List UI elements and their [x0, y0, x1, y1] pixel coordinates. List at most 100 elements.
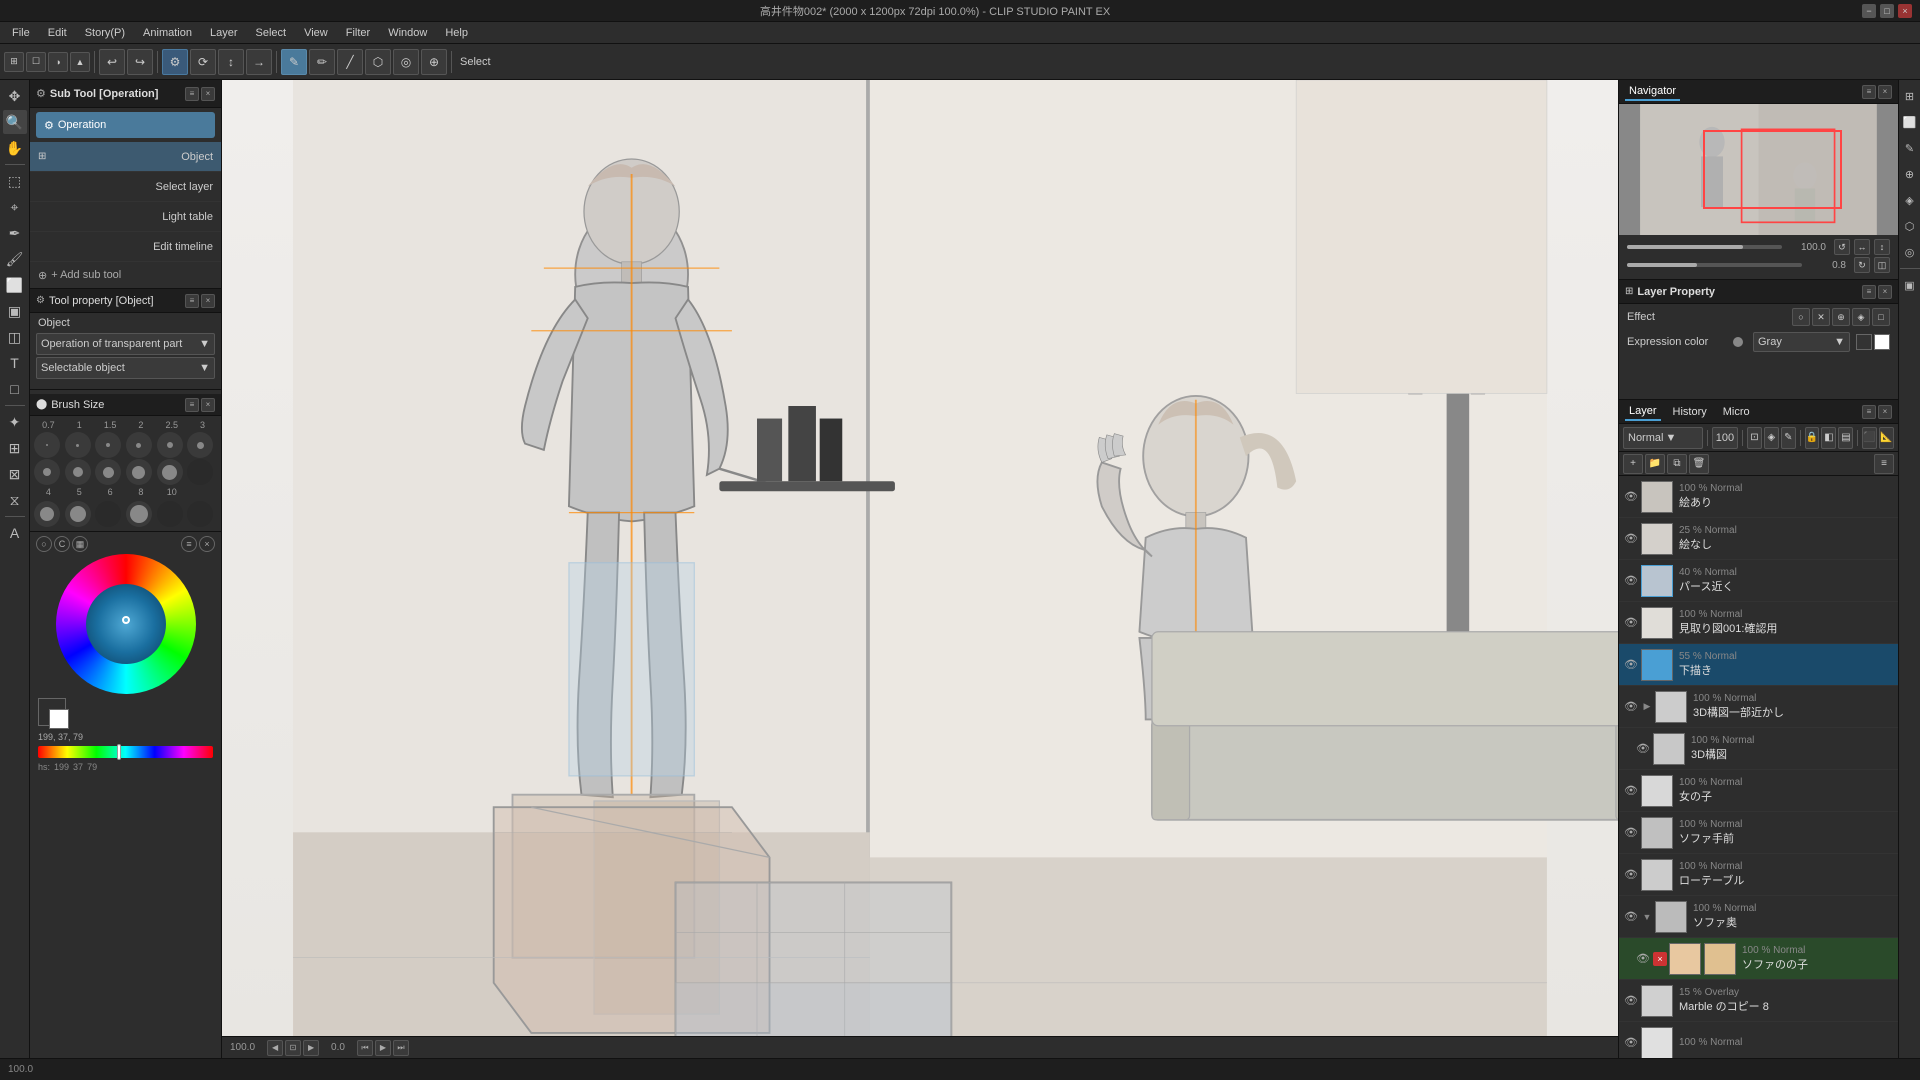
- bs-ctrl-1[interactable]: ≡: [185, 398, 199, 412]
- color-panel-close[interactable]: ×: [199, 536, 215, 552]
- layers-tab-micro[interactable]: Micro: [1719, 404, 1754, 420]
- toolbar-undo[interactable]: ↩: [99, 49, 125, 75]
- sub-tool-object[interactable]: ⊞ Object: [30, 142, 221, 172]
- eye-icon-3[interactable]: 👁: [1623, 573, 1639, 589]
- canvas-next[interactable]: ▶: [303, 1040, 319, 1056]
- color-ctrl-circle[interactable]: ○: [36, 536, 52, 552]
- color-ctrl-swatch[interactable]: ▦: [72, 536, 88, 552]
- effect-icon-1[interactable]: ○: [1792, 308, 1810, 326]
- brush-60[interactable]: [157, 501, 183, 527]
- toolbar-btn-11[interactable]: ⬡: [365, 49, 391, 75]
- layer-item-11[interactable]: 👁 ▼ 100 % Normal ソファ奥: [1619, 896, 1898, 938]
- selectable-dropdown[interactable]: Selectable object ▼: [36, 357, 215, 379]
- lp-ctrl-1[interactable]: ≡: [1862, 285, 1876, 299]
- layer-ctrl-protect[interactable]: 🔒: [1805, 427, 1820, 449]
- layer-item-8[interactable]: 👁 100 % Normal 女の子: [1619, 770, 1898, 812]
- slider-2[interactable]: [1627, 263, 1802, 267]
- layer-menu-btn[interactable]: ≡: [1874, 454, 1894, 474]
- layer-ctrl-ref[interactable]: ◈: [1764, 427, 1779, 449]
- eye-icon-8[interactable]: 👁: [1623, 783, 1639, 799]
- sub-tool-select-layer[interactable]: Select layer: [30, 172, 221, 202]
- layer-ctrl-clip[interactable]: ⊡: [1747, 427, 1762, 449]
- layer-close-12[interactable]: ×: [1653, 952, 1667, 966]
- nav-ctrl-2[interactable]: ×: [1878, 85, 1892, 99]
- eye-icon-13[interactable]: 👁: [1623, 993, 1639, 1009]
- tool-shape[interactable]: □: [3, 377, 27, 401]
- toolbar-btn-7[interactable]: ↕: [218, 49, 244, 75]
- menu-view[interactable]: View: [296, 25, 336, 41]
- layer-ctrl-protect-alpha[interactable]: ◧: [1821, 427, 1836, 449]
- toolbar-redo[interactable]: ↪: [127, 49, 153, 75]
- new-folder-btn[interactable]: 📁: [1645, 454, 1665, 474]
- layers-tab-history[interactable]: History: [1669, 404, 1711, 420]
- rt-btn-4[interactable]: ⊕: [1898, 162, 1920, 186]
- layers-ctrl-close[interactable]: ×: [1878, 405, 1892, 419]
- tool-zoom[interactable]: 🔍: [3, 110, 27, 134]
- canvas-area[interactable]: 100.0 ◀ ⊡ ▶ 0.0 ⏮ ▶ ⏭: [222, 80, 1618, 1058]
- tp-ctrl-2[interactable]: ×: [201, 294, 215, 308]
- brush-8[interactable]: [126, 459, 152, 485]
- tl-play[interactable]: ▶: [375, 1040, 391, 1056]
- brush-5[interactable]: [65, 459, 91, 485]
- layers-tab-layer[interactable]: Layer: [1625, 403, 1661, 421]
- slider-1[interactable]: [1627, 245, 1782, 249]
- nav-icon-1[interactable]: ↺: [1834, 239, 1850, 255]
- brush-1.5[interactable]: [95, 432, 121, 458]
- menu-help[interactable]: Help: [437, 25, 476, 41]
- layer-ctrl-ruler[interactable]: 📐: [1879, 427, 1894, 449]
- layer-item-6[interactable]: 👁 ▶ 100 % Normal 3D構図一部近かし: [1619, 686, 1898, 728]
- expand-icon-6[interactable]: ▶: [1641, 701, 1653, 713]
- eye-icon-12[interactable]: 👁: [1635, 951, 1651, 967]
- nav-icon-5[interactable]: ◫: [1874, 257, 1890, 273]
- sub-tool-ctrl-2[interactable]: ×: [201, 87, 215, 101]
- foreground-color-swatch[interactable]: [38, 698, 66, 726]
- brush-70[interactable]: [187, 501, 213, 527]
- tool-hand[interactable]: ✋: [3, 136, 27, 160]
- layer-item-1[interactable]: 👁 100 % Normal 絵あり: [1619, 476, 1898, 518]
- rt-btn-5[interactable]: ◈: [1898, 188, 1920, 212]
- brush-30[interactable]: [65, 501, 91, 527]
- add-sub-tool[interactable]: ⊕ + Add sub tool: [30, 262, 221, 288]
- layer-item-4[interactable]: 👁 100 % Normal 見取り図001:確認用: [1619, 602, 1898, 644]
- brush-6[interactable]: [95, 459, 121, 485]
- canvas-prev[interactable]: ◀: [267, 1040, 283, 1056]
- layer-item-14[interactable]: 👁 100 % Normal: [1619, 1022, 1898, 1058]
- color-ctrl-c[interactable]: C: [54, 536, 70, 552]
- sub-tool-edit-timeline[interactable]: Edit timeline: [30, 232, 221, 262]
- menu-animation[interactable]: Animation: [135, 25, 200, 41]
- rt-btn-6[interactable]: ⬡: [1898, 214, 1920, 238]
- close-button[interactable]: ×: [1898, 4, 1912, 18]
- tool-extra[interactable]: A: [3, 521, 27, 545]
- tl-next[interactable]: ⏭: [393, 1040, 409, 1056]
- brush-4[interactable]: [34, 459, 60, 485]
- layer-item-7[interactable]: 👁 100 % Normal 3D構図: [1619, 728, 1898, 770]
- eye-icon-10[interactable]: 👁: [1623, 867, 1639, 883]
- brush-10[interactable]: [157, 459, 183, 485]
- layer-item-3[interactable]: 👁 40 % Normal パース近く: [1619, 560, 1898, 602]
- navigator-preview[interactable]: [1619, 104, 1898, 235]
- layer-list[interactable]: 👁 100 % Normal 絵あり 👁 25 % Normal 絵なし: [1619, 476, 1898, 1058]
- layer-item-13[interactable]: 👁 15 % Overlay Marble のコピー 8: [1619, 980, 1898, 1022]
- rt-btn-2[interactable]: ⬜: [1898, 110, 1920, 134]
- operation-button[interactable]: ⚙ Operation: [36, 112, 215, 138]
- tool-crop[interactable]: ⊞: [3, 436, 27, 460]
- brush-0.7[interactable]: [34, 432, 60, 458]
- eye-icon-7[interactable]: 👁: [1635, 741, 1651, 757]
- toolbar-btn-13[interactable]: ⊕: [421, 49, 447, 75]
- toolbar-btn-10[interactable]: ╱: [337, 49, 363, 75]
- expression-color-dropdown[interactable]: Gray ▼: [1753, 332, 1850, 352]
- menu-window[interactable]: Window: [380, 25, 435, 41]
- layer-item-9[interactable]: 👁 100 % Normal ソファ手前: [1619, 812, 1898, 854]
- layer-ctrl-draft[interactable]: ✎: [1781, 427, 1796, 449]
- menu-file[interactable]: File: [4, 25, 38, 41]
- tool-eyedropper[interactable]: ✦: [3, 410, 27, 434]
- canvas-home[interactable]: ⊡: [285, 1040, 301, 1056]
- hue-slider[interactable]: [38, 746, 213, 758]
- effect-icon-4[interactable]: ◈: [1852, 308, 1870, 326]
- eye-icon-1[interactable]: 👁: [1623, 489, 1639, 505]
- lp-ctrl-2[interactable]: ×: [1878, 285, 1892, 299]
- menu-filter[interactable]: Filter: [338, 25, 378, 41]
- tool-fill[interactable]: ▣: [3, 299, 27, 323]
- brush-empty2[interactable]: [95, 501, 121, 527]
- color-wheel[interactable]: [56, 554, 196, 694]
